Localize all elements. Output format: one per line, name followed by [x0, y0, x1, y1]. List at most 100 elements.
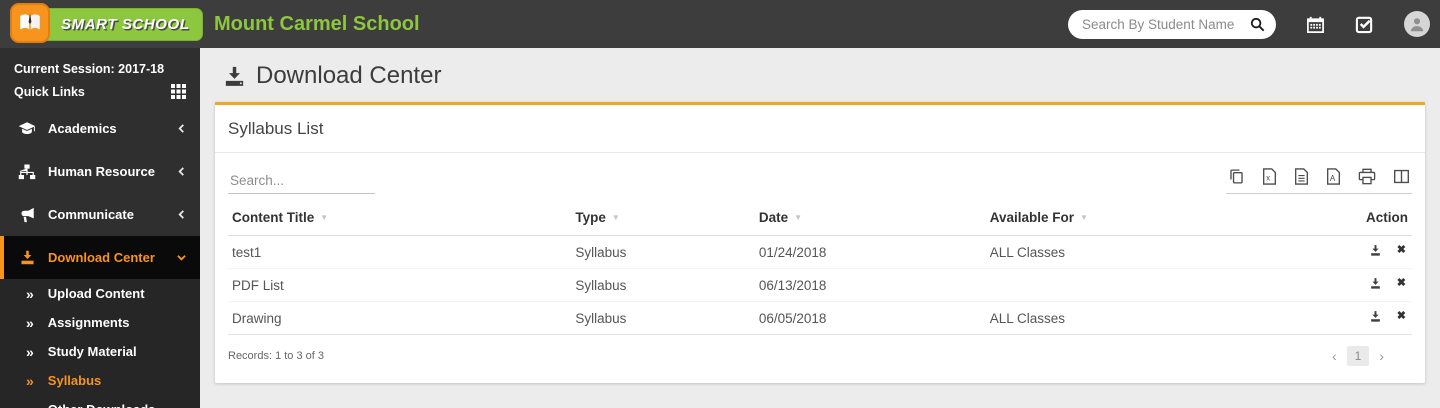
open-book-icon — [10, 3, 50, 43]
school-name: Mount Carmel School — [214, 13, 420, 36]
chevron-down-icon — [177, 253, 186, 262]
row-delete-icon[interactable]: ✖ — [1397, 278, 1406, 289]
table-header-row: Content Title▼ Type▼ Date▼ Available For… — [228, 198, 1412, 236]
submenu-item-label: Other Downloads — [48, 402, 156, 408]
pdf-icon[interactable]: A — [1326, 168, 1341, 185]
content-title-link[interactable]: test1 — [228, 236, 571, 269]
smart-school-logo[interactable]: SMART SCHOOL — [10, 8, 203, 41]
double-chevron-icon: » — [26, 316, 34, 330]
logo-text: SMART SCHOOL — [61, 16, 190, 33]
export-buttons: x A — [1226, 168, 1412, 194]
column-header-available-for[interactable]: Available For▼ — [986, 198, 1288, 236]
app-window: SMART SCHOOL Mount Carmel School — [0, 0, 1440, 408]
chevron-left-icon — [177, 167, 186, 176]
sidebar-item-label: Human Resource — [48, 164, 177, 179]
quick-links-label: Quick Links — [14, 85, 85, 99]
available-for-cell: ALL Classes — [986, 236, 1288, 269]
table-toolbar: x A — [215, 153, 1425, 194]
row-download-icon[interactable] — [1369, 277, 1382, 290]
sidebar-item-communicate[interactable]: Communicate — [0, 193, 200, 236]
row-download-icon[interactable] — [1369, 310, 1382, 323]
submenu-item-label: Assignments — [48, 315, 130, 330]
chevron-left-icon — [177, 124, 186, 133]
logo-zone: SMART SCHOOL — [0, 8, 200, 41]
sidebar-item-download-center[interactable]: Download Center — [0, 236, 200, 279]
student-search — [1068, 10, 1276, 39]
pagination: ‹ 1 › — [1332, 346, 1412, 366]
logo-pill: SMART SCHOOL — [26, 8, 203, 41]
sidebar-item-other-downloads[interactable]: » Other Downloads — [0, 395, 200, 408]
header-actions — [1068, 10, 1440, 39]
table-footer: Records: 1 to 3 of 3 ‹ 1 › — [215, 335, 1425, 383]
sort-icon: ▼ — [320, 213, 328, 222]
syllabus-table: Content Title▼ Type▼ Date▼ Available For… — [228, 198, 1412, 335]
type-cell: Syllabus — [571, 302, 755, 335]
graduation-cap-icon — [18, 120, 36, 138]
current-session: Current Session: 2017-18 — [0, 48, 200, 80]
sidebar-item-label: Download Center — [48, 250, 177, 265]
sidebar-item-assignments[interactable]: » Assignments — [0, 308, 200, 337]
avatar[interactable] — [1404, 11, 1430, 37]
double-chevron-icon: » — [26, 345, 34, 359]
pagination-next-icon[interactable]: › — [1379, 349, 1384, 363]
sort-icon: ▼ — [794, 213, 802, 222]
download-center-submenu: » Upload Content » Assignments » Study M… — [0, 279, 200, 408]
column-header-date[interactable]: Date▼ — [755, 198, 986, 236]
date-cell: 06/05/2018 — [755, 302, 986, 335]
copy-icon[interactable] — [1228, 168, 1245, 185]
date-cell: 01/24/2018 — [755, 236, 986, 269]
content-title-link[interactable]: Drawing — [228, 302, 571, 335]
submenu-item-label: Upload Content — [48, 286, 145, 301]
column-header-type[interactable]: Type▼ — [571, 198, 755, 236]
double-chevron-icon: » — [26, 374, 34, 388]
print-icon[interactable] — [1358, 168, 1376, 185]
pagination-page-1[interactable]: 1 — [1347, 346, 1370, 366]
download-icon — [18, 249, 36, 267]
sitemap-icon — [18, 163, 36, 181]
row-delete-icon[interactable]: ✖ — [1397, 245, 1406, 256]
csv-icon[interactable] — [1294, 168, 1309, 185]
bullhorn-icon — [18, 206, 36, 224]
sort-icon: ▼ — [612, 213, 620, 222]
sidebar-item-label: Academics — [48, 121, 177, 136]
row-delete-icon[interactable]: ✖ — [1397, 311, 1406, 322]
row-download-icon[interactable] — [1369, 244, 1382, 257]
column-header-content-title[interactable]: Content Title▼ — [228, 198, 571, 236]
page-title: Download Center — [223, 62, 1425, 90]
available-for-cell — [986, 269, 1288, 302]
excel-icon[interactable]: x — [1262, 168, 1277, 185]
main-content: Download Center Syllabus List — [200, 48, 1440, 408]
table-row: Drawing Syllabus 06/05/2018 ALL Classes … — [228, 302, 1412, 335]
card-title: Syllabus List — [215, 105, 1425, 153]
pagination-prev-icon[interactable]: ‹ — [1332, 349, 1337, 363]
content-title-link[interactable]: PDF List — [228, 269, 571, 302]
table-row: test1 Syllabus 01/24/2018 ALL Classes ✖ — [228, 236, 1412, 269]
sort-icon: ▼ — [1080, 213, 1088, 222]
table-search-input[interactable] — [228, 169, 375, 194]
sidebar-item-academics[interactable]: Academics — [0, 107, 200, 150]
svg-text:x: x — [1266, 174, 1270, 183]
sidebar-item-syllabus[interactable]: » Syllabus — [0, 366, 200, 395]
sidebar-item-label: Communicate — [48, 207, 177, 222]
columns-icon[interactable] — [1393, 168, 1410, 185]
search-icon[interactable] — [1250, 17, 1276, 32]
type-cell: Syllabus — [571, 236, 755, 269]
submenu-item-label: Syllabus — [48, 373, 101, 388]
current-session-label: Current Session: 2017-18 — [14, 62, 164, 76]
calendar-icon[interactable] — [1306, 15, 1325, 34]
page-title-text: Download Center — [256, 62, 441, 90]
sidebar-item-human-resource[interactable]: Human Resource — [0, 150, 200, 193]
student-search-input[interactable] — [1068, 17, 1250, 32]
grid-icon[interactable] — [171, 84, 186, 99]
sidebar-menu: Academics Human Resource — [0, 107, 200, 408]
double-chevron-icon: » — [26, 403, 34, 408]
quick-links[interactable]: Quick Links — [0, 80, 200, 103]
sidebar-item-upload-content[interactable]: » Upload Content — [0, 279, 200, 308]
records-info: Records: 1 to 3 of 3 — [228, 350, 324, 362]
type-cell: Syllabus — [571, 269, 755, 302]
column-header-action: Action — [1288, 198, 1412, 236]
sidebar-item-study-material[interactable]: » Study Material — [0, 337, 200, 366]
svg-text:A: A — [1330, 174, 1336, 183]
chevron-left-icon — [177, 210, 186, 219]
tasks-icon[interactable] — [1355, 15, 1374, 34]
